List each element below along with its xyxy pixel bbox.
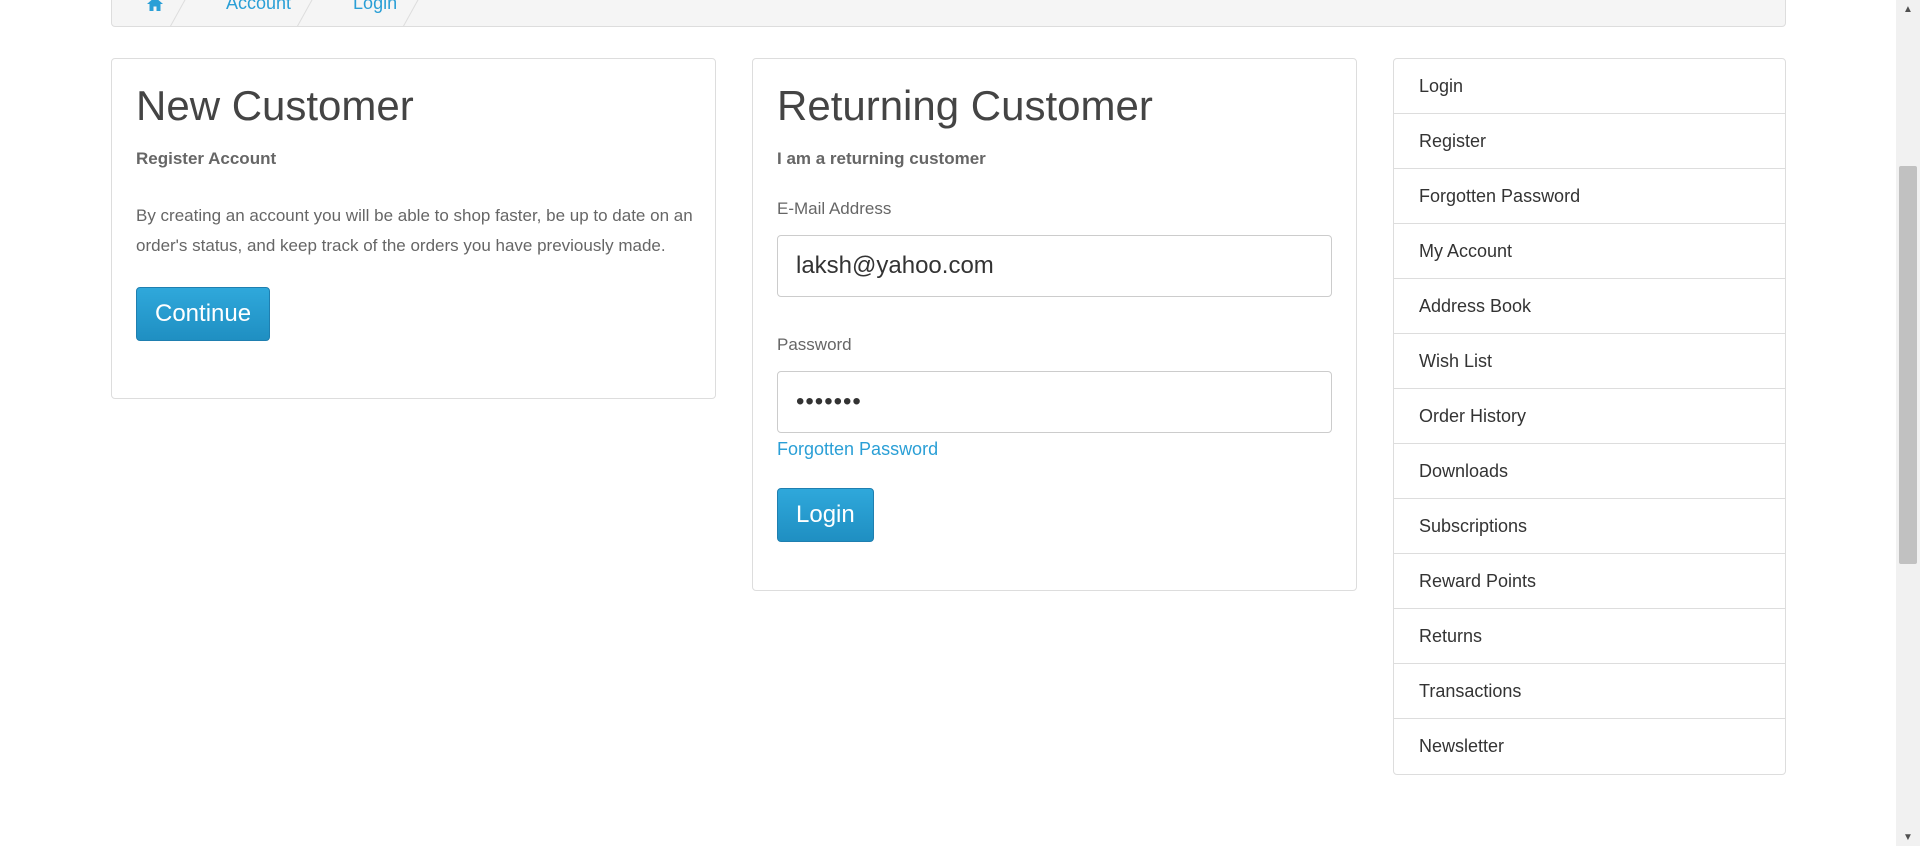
register-account-subtitle: Register Account — [136, 149, 277, 169]
login-button[interactable]: Login — [777, 488, 874, 543]
email-field[interactable] — [777, 235, 1332, 298]
email-label: E-Mail Address — [777, 199, 892, 219]
password-label: Password — [777, 335, 852, 355]
breadcrumb: Account Login — [111, 0, 1786, 27]
new-customer-title: New Customer — [136, 82, 414, 129]
register-description: By creating an account you will be able … — [136, 206, 693, 256]
returning-customer-subtitle: I am a returning customer — [777, 149, 986, 169]
sidebar-item-returns[interactable]: Returns — [1394, 609, 1785, 664]
sidebar-item-forgotten-password[interactable]: Forgotten Password — [1394, 169, 1785, 224]
sidebar-item-reward-points[interactable]: Reward Points — [1394, 554, 1785, 609]
sidebar-item-login[interactable]: Login — [1394, 59, 1785, 114]
breadcrumb-label: Account — [226, 0, 292, 13]
breadcrumb-item-account[interactable]: Account — [190, 0, 317, 27]
vertical-scrollbar[interactable]: ▲ ▼ — [1896, 0, 1920, 846]
breadcrumb-separator — [403, 0, 419, 27]
password-field[interactable] — [777, 371, 1332, 434]
scroll-down-arrow-icon[interactable]: ▼ — [1896, 828, 1920, 846]
sidebar-item-order-history[interactable]: Order History — [1394, 389, 1785, 444]
account-sidebar-list: Login Register Forgotten Password My Acc… — [1393, 58, 1786, 775]
breadcrumb-home[interactable] — [142, 0, 190, 27]
sidebar-item-register[interactable]: Register — [1394, 114, 1785, 169]
returning-customer-title: Returning Customer — [777, 82, 1153, 129]
forgotten-password-link[interactable]: Forgotten Password — [777, 439, 938, 460]
sidebar-item-my-account[interactable]: My Account — [1394, 224, 1785, 279]
scrollbar-thumb[interactable] — [1899, 166, 1917, 564]
sidebar-item-subscriptions[interactable]: Subscriptions — [1394, 499, 1785, 554]
sidebar-item-wish-list[interactable]: Wish List — [1394, 334, 1785, 389]
sidebar-item-downloads[interactable]: Downloads — [1394, 444, 1785, 499]
sidebar-item-address-book[interactable]: Address Book — [1394, 279, 1785, 334]
breadcrumb-label: Login — [353, 0, 398, 13]
breadcrumb-item-login[interactable]: Login — [317, 0, 423, 27]
continue-button[interactable]: Continue — [136, 287, 271, 342]
new-customer-panel: New Customer Register Account By creatin… — [111, 58, 716, 399]
sidebar-item-newsletter[interactable]: Newsletter — [1394, 719, 1785, 774]
sidebar-item-transactions[interactable]: Transactions — [1394, 664, 1785, 719]
returning-customer-panel: Returning Customer I am a returning cust… — [752, 58, 1357, 591]
home-icon — [147, 0, 163, 11]
scroll-up-arrow-icon[interactable]: ▲ — [1896, 0, 1920, 18]
